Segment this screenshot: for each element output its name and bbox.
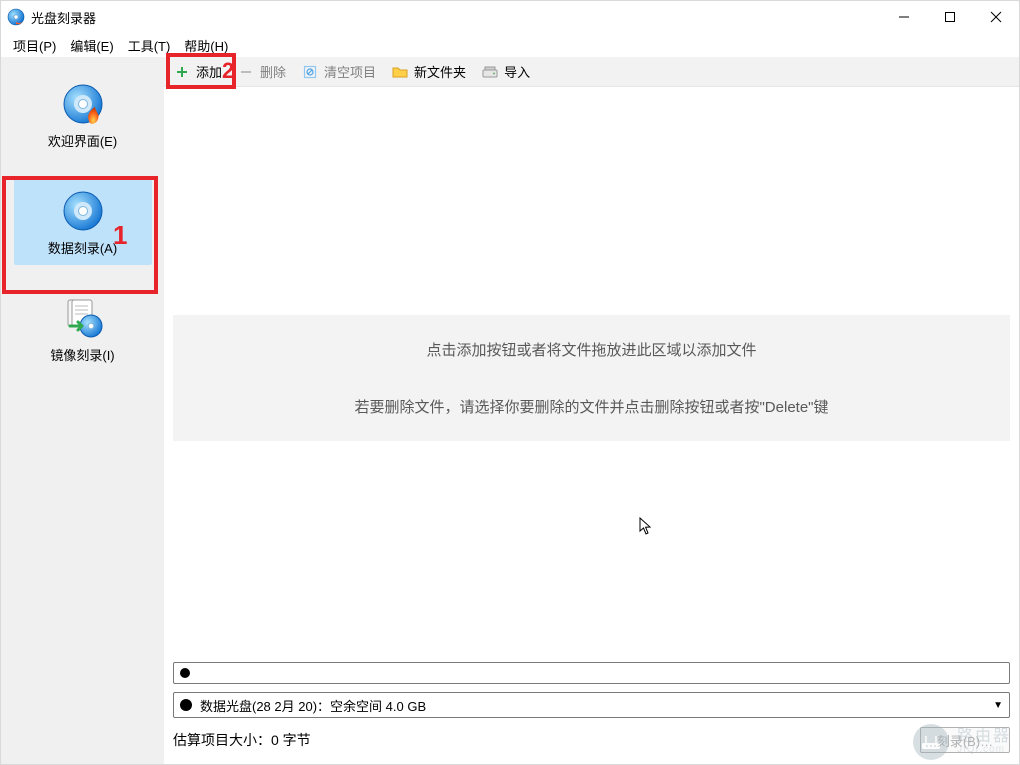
size-row: 估算项目大小：0 字节 刻录(B)… xyxy=(173,726,1010,754)
data-disc-icon xyxy=(62,190,104,232)
clear-icon xyxy=(302,64,318,80)
sidebar-item-data-burn[interactable]: 1 数据刻录(A) xyxy=(14,178,152,265)
minimize-button[interactable] xyxy=(881,1,927,33)
project-size-label: 估算项目大小：0 字节 xyxy=(173,730,311,750)
toolbar-label: 导入 xyxy=(504,62,530,81)
sidebar-item-label: 镜像刻录(I) xyxy=(50,345,114,364)
bottom-panel: 数据光盘(28 2月 20)：空余空间 4.0 GB ▼ 估算项目大小：0 字节… xyxy=(173,662,1010,764)
drop-hint-line1: 点击添加按钮或者将文件拖放进此区域以添加文件 xyxy=(183,339,1000,360)
menu-edit[interactable]: 编辑(E) xyxy=(64,34,119,57)
main-area: 点击添加按钮或者将文件拖放进此区域以添加文件 若要删除文件，请选择你要删除的文件… xyxy=(164,87,1019,764)
capacity-dot-icon xyxy=(180,668,190,678)
welcome-disc-icon xyxy=(62,83,104,125)
plus-icon xyxy=(174,64,190,80)
minus-icon xyxy=(238,64,254,80)
menu-help[interactable]: 帮助(H) xyxy=(178,34,234,57)
content-area: 2 添加 删除 清空项目 xyxy=(164,57,1019,764)
disc-select-dropdown[interactable]: 数据光盘(28 2月 20)：空余空间 4.0 GB ▼ xyxy=(173,692,1010,718)
toolbar-delete-button[interactable]: 删除 xyxy=(238,62,286,81)
toolbar-label: 新文件夹 xyxy=(414,62,466,81)
toolbar-newfolder-button[interactable]: 新文件夹 xyxy=(392,62,466,81)
window-title: 光盘刻录器 xyxy=(31,8,96,27)
sidebar-item-image-burn[interactable]: 镜像刻录(I) xyxy=(14,285,152,372)
toolbar-label: 清空项目 xyxy=(324,62,376,81)
body: 欢迎界面(E) 1 xyxy=(1,57,1019,764)
menu-bar: 项目(P) 编辑(E) 工具(T) 帮助(H) xyxy=(1,33,1019,57)
import-drive-icon xyxy=(482,64,498,80)
image-burn-icon xyxy=(62,297,104,339)
toolbar-import-button[interactable]: 导入 xyxy=(482,62,530,81)
maximize-button[interactable] xyxy=(927,1,973,33)
capacity-bar xyxy=(173,662,1010,684)
callout-number: 2 xyxy=(222,58,234,84)
toolbar: 2 添加 删除 清空项目 xyxy=(164,57,1019,87)
disc-icon xyxy=(180,699,192,711)
title-bar: 光盘刻录器 xyxy=(1,1,1019,33)
menu-tools[interactable]: 工具(T) xyxy=(122,34,177,57)
app-icon xyxy=(7,8,25,26)
toolbar-clear-button[interactable]: 清空项目 xyxy=(302,62,376,81)
disc-select-label: 数据光盘(28 2月 20)：空余空间 4.0 GB xyxy=(200,696,993,715)
folder-icon xyxy=(392,64,408,80)
sidebar-item-label: 欢迎界面(E) xyxy=(48,131,117,150)
sidebar: 欢迎界面(E) 1 xyxy=(1,57,164,764)
drop-hint-panel: 点击添加按钮或者将文件拖放进此区域以添加文件 若要删除文件，请选择你要删除的文件… xyxy=(173,315,1010,441)
sidebar-item-welcome[interactable]: 欢迎界面(E) xyxy=(14,71,152,158)
file-drop-zone[interactable]: 点击添加按钮或者将文件拖放进此区域以添加文件 若要删除文件，请选择你要删除的文件… xyxy=(173,87,1010,662)
chevron-down-icon: ▼ xyxy=(993,700,1003,711)
drop-hint-line2: 若要删除文件，请选择你要删除的文件并点击删除按钮或者按"Delete"键 xyxy=(183,396,1000,417)
mouse-cursor-icon xyxy=(639,517,653,537)
toolbar-label: 添加 xyxy=(196,62,222,81)
sidebar-item-label: 数据刻录(A) xyxy=(48,238,117,257)
window-controls xyxy=(881,1,1019,33)
menu-project[interactable]: 项目(P) xyxy=(7,34,62,57)
burn-button[interactable]: 刻录(B)… xyxy=(920,727,1010,753)
toolbar-label: 删除 xyxy=(260,62,286,81)
close-button[interactable] xyxy=(973,1,1019,33)
toolbar-add-button[interactable]: 添加 xyxy=(174,62,222,81)
